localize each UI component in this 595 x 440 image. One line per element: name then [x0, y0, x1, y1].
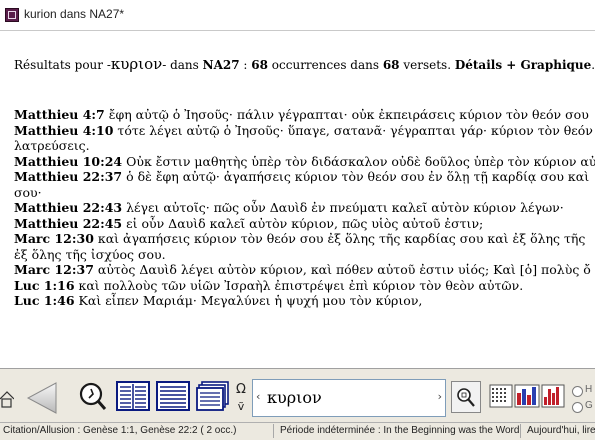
- verse-text: καὶ πολλοὺς τῶν υἱῶν Ἰσραὴλ ἐπιστρέψει ἐ…: [78, 277, 524, 293]
- find-button[interactable]: [451, 381, 481, 413]
- verse-line: Matthieu 10:24 Οὐκ ἔστιν μαθητὴς ὑπὲρ τὸν…: [14, 154, 595, 170]
- display-mode-radio-group: H G: [570, 383, 595, 417]
- back-arrow-icon: [26, 382, 57, 414]
- verse-line: Marc 12:37 αὐτὸς Δαυὶδ λέγει αὐτὸν κύριον…: [14, 262, 595, 278]
- verse-list: Matthieu 4:7 ἔφη αὐτῷ ὁ Ἰησοῦς· πάλιν γέγ…: [14, 107, 595, 309]
- magnifier-icon: [79, 382, 107, 410]
- verse-ref[interactable]: Marc 12:37: [14, 262, 94, 277]
- verse-ref[interactable]: Luc 1:16: [14, 278, 75, 293]
- summary-mid3: occurrences dans: [267, 58, 383, 72]
- greek-keyboard-button[interactable]: Ω ṽ: [232, 381, 250, 415]
- verse-ref[interactable]: Matthieu 4:10: [14, 123, 113, 138]
- chart-icons: [489, 384, 565, 408]
- summary-prefix: Résultats pour -: [14, 58, 111, 72]
- two-column-view-button[interactable]: [116, 381, 150, 411]
- verse-text: Καὶ εἶπεν Μαριάμ· Μεγαλύνει ἡ ψυχή μου τ…: [78, 293, 423, 308]
- radio-option-h[interactable]: H: [570, 383, 595, 399]
- verse-line: Matthieu 22:37 ὁ δὲ ἔφη αὐτῷ· ἀγαπήσεις κ…: [14, 169, 595, 185]
- zoom-search-button[interactable]: [78, 379, 108, 413]
- details-graph-link[interactable]: Détails + Graphique: [455, 58, 591, 72]
- verse-ref[interactable]: Matthieu 22:45: [14, 216, 122, 231]
- title-bar: kurion dans NA27*: [0, 0, 595, 31]
- status-today[interactable]: Aujourd'hui, lire: [524, 424, 595, 438]
- stacked-pages-view-button[interactable]: [196, 381, 230, 411]
- window-title: kurion dans NA27*: [24, 7, 125, 21]
- verse-text: τότε λέγει αὐτῷ ὁ Ἰησοῦς· ὕπαγε, σατανᾶ·…: [117, 122, 593, 138]
- radio-label: G: [585, 400, 593, 411]
- back-button[interactable]: [20, 381, 66, 415]
- verse-line: Matthieu 4:10 τότε λέγει αὐτῷ ὁ Ἰησοῦς· ὕ…: [14, 123, 595, 139]
- verse-ref[interactable]: Matthieu 4:7: [14, 107, 105, 122]
- transliteration-icon: ṽ: [237, 400, 245, 413]
- verse-line: Luc 1:16 καὶ πολλοὺς τῶν υἱῶν Ἰσραὴλ ἐπισ…: [14, 278, 595, 294]
- verse-text: καὶ ἀγαπήσεις κύριον τὸν θεόν σου ἐξ ὅλη…: [97, 231, 586, 246]
- summary-mid2: :: [239, 58, 252, 72]
- verse-text: ὁ δὲ ἔφη αὐτῷ· ἀγαπήσεις κύριον τὸν θεόν…: [126, 169, 590, 184]
- search-prev-icon[interactable]: ‹: [256, 390, 260, 403]
- single-column-view-button[interactable]: [156, 381, 190, 411]
- verse-ref[interactable]: Marc 12:30: [14, 231, 94, 246]
- search-input[interactable]: [267, 384, 425, 410]
- results-summary: Résultats pour -κυριον- dans NA27 : 68 o…: [14, 55, 595, 73]
- verse-text: ἐξ ὅλης τῆς ἰσχύος σου.: [14, 246, 166, 262]
- verse-count: 68: [382, 58, 400, 72]
- verse-line: Matthieu 22:43 λέγει αὐτοῖς· πῶς οὖν Δαυὶ…: [14, 200, 595, 216]
- omega-glyph: Ω: [236, 382, 246, 397]
- radio-button[interactable]: [572, 402, 583, 413]
- verse-ref[interactable]: Matthieu 22:37: [14, 169, 122, 184]
- bottom-toolbar: Ω ṽ ‹ › H: [0, 368, 595, 423]
- verse-text: Οὐκ ἔστιν μαθητὴς ὑπὲρ τὸν διδάσκαλον οὐ…: [126, 153, 595, 169]
- summary-mid1: - dans: [162, 58, 203, 72]
- verse-text: αὐτὸς Δαυὶδ λέγει αὐτὸν κύριον, καὶ πόθε…: [97, 262, 591, 277]
- stacked-pages-icon: [196, 381, 229, 411]
- verse-text: εἰ οὖν Δαυὶδ καλεῖ αὐτὸν κύριον, πῶς υἱὸ…: [126, 215, 484, 231]
- results-document[interactable]: Résultats pour -κυριον- dans NA27 : 68 o…: [0, 31, 595, 366]
- magnifier-icon: [457, 388, 475, 407]
- verse-text: λατρεύσεις.: [14, 138, 90, 153]
- radio-label: H: [585, 384, 593, 395]
- status-bar: Citation/Allusion : Genèse 1:1, Genèse 2…: [0, 422, 595, 440]
- verse-line: σου·: [14, 185, 595, 201]
- status-period: Période indéterminée : In the Beginning …: [277, 424, 521, 438]
- document-lines-icon: [156, 381, 190, 411]
- radio-option-g[interactable]: G: [570, 399, 595, 415]
- verse-text: ἔφη αὐτῷ ὁ Ἰησοῦς· πάλιν γέγραπται· οὐκ …: [108, 107, 589, 122]
- verse-ref[interactable]: Luc 1:46: [14, 293, 75, 308]
- verse-line: Matthieu 22:45 εἰ οὖν Δαυὶδ καλεῖ αὐτὸν κ…: [14, 216, 595, 232]
- corpus-name: NA27: [202, 58, 240, 72]
- verse-ref[interactable]: Matthieu 10:24: [14, 154, 122, 169]
- search-box[interactable]: ‹ ›: [252, 379, 446, 417]
- summary-ellipsis: ...: [591, 58, 595, 72]
- verse-text: λέγει αὐτοῖς· πῶς οὖν Δαυὶδ ἐν πνεύματι …: [126, 200, 564, 215]
- verse-line: λατρεύσεις.: [14, 138, 595, 154]
- search-next-icon[interactable]: ›: [438, 390, 442, 403]
- columns-icon: [116, 381, 150, 411]
- status-citation: Citation/Allusion : Genèse 1:1, Genèse 2…: [0, 424, 274, 438]
- app-icon[interactable]: [5, 8, 19, 22]
- verse-line: ἐξ ὅλης τῆς ἰσχύος σου.: [14, 247, 595, 263]
- verse-ref[interactable]: Matthieu 22:43: [14, 200, 122, 215]
- statistics-chart-button[interactable]: [489, 383, 565, 409]
- occurrence-count: 68: [251, 58, 268, 72]
- home-icon[interactable]: [0, 379, 15, 413]
- verse-text: σου·: [14, 184, 42, 200]
- search-term: κυριον: [110, 55, 163, 73]
- verse-line: Marc 12:30 καὶ ἀγαπήσεις κύριον τὸν θεόν …: [14, 231, 595, 247]
- verse-line: Luc 1:46 Καὶ εἶπεν Μαριάμ· Μεγαλύνει ἡ ψυ…: [14, 293, 595, 309]
- radio-button[interactable]: [572, 386, 583, 397]
- summary-mid4: versets.: [399, 58, 455, 72]
- verse-line: Matthieu 4:7 ἔφη αὐτῷ ὁ Ἰησοῦς· πάλιν γέγ…: [14, 107, 595, 123]
